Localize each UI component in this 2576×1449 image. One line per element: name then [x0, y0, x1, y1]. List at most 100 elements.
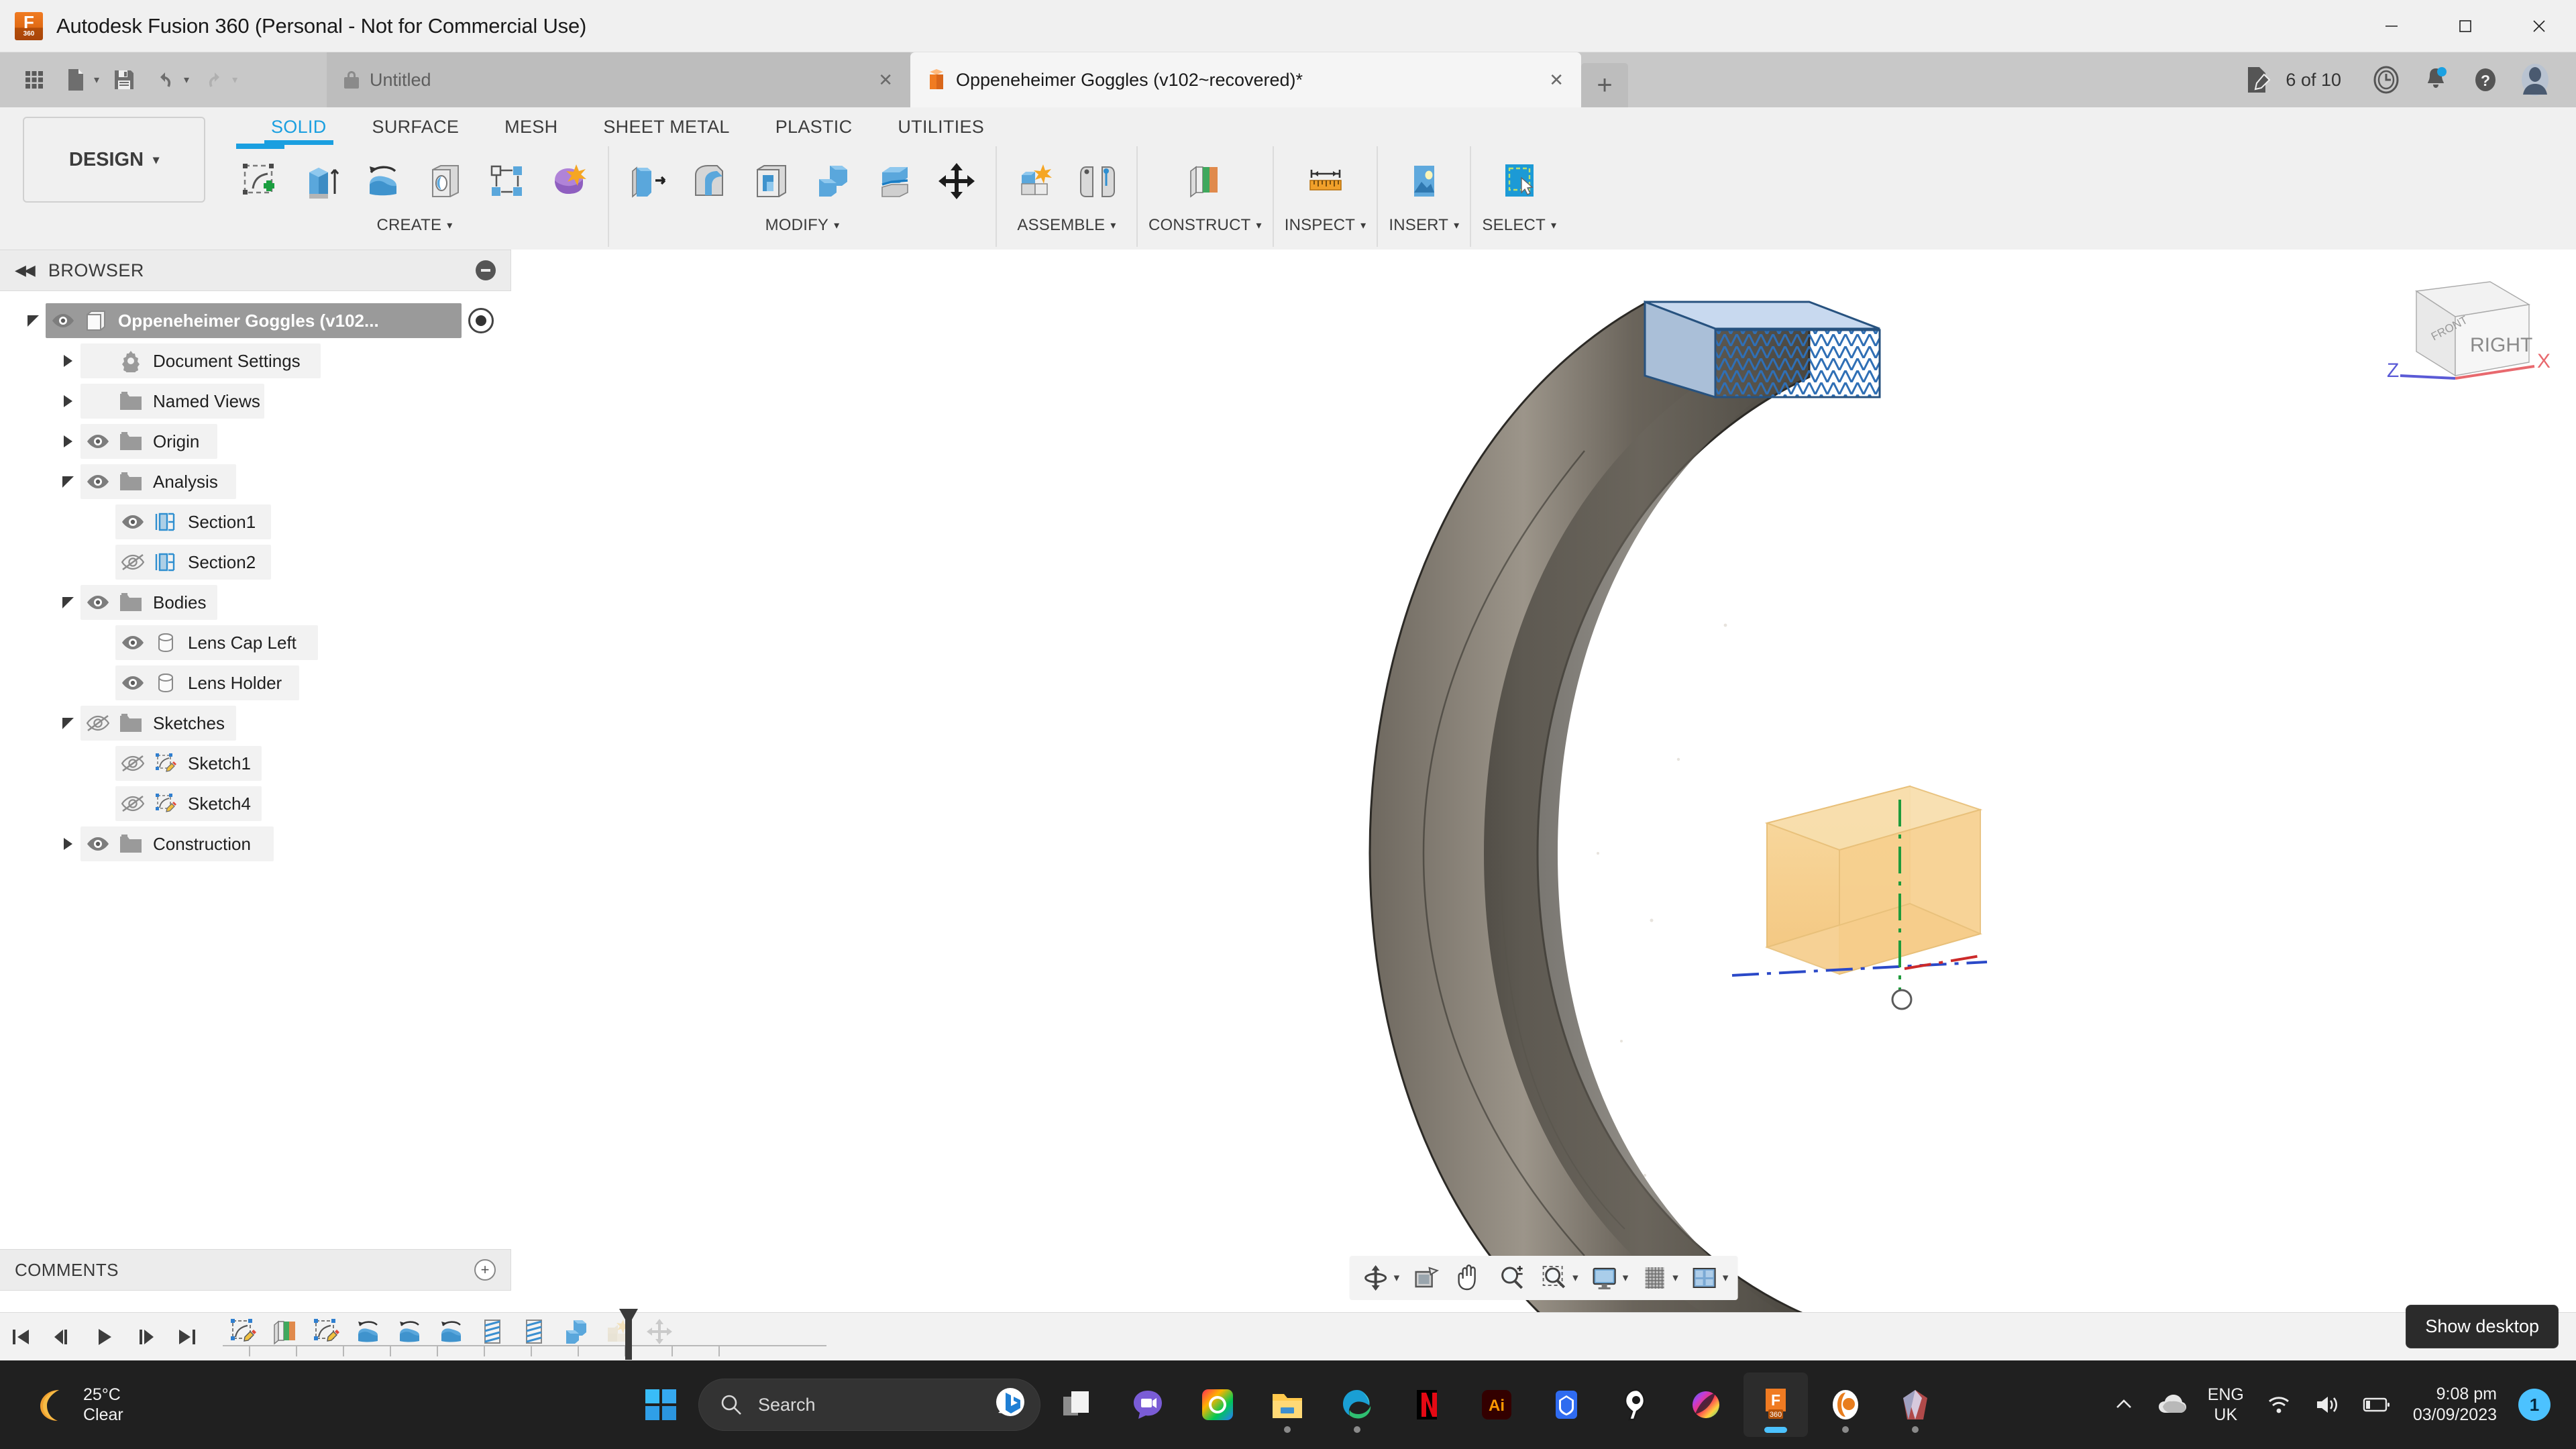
visibility-toggle-icon[interactable] [80, 594, 115, 611]
battery-icon[interactable] [2351, 1360, 2402, 1449]
display-settings-icon[interactable] [1584, 1258, 1625, 1297]
visibility-toggle-icon[interactable] [80, 835, 115, 853]
doc-tab-close-icon[interactable]: ✕ [847, 70, 893, 91]
tree-item-lens-cap-left[interactable]: Lens Cap Left [0, 623, 511, 663]
timeline-track[interactable] [223, 1344, 826, 1358]
tree-item-origin[interactable]: Origin [0, 421, 511, 462]
fusion-360-icon[interactable]: F 360 [1743, 1373, 1808, 1437]
nordvpn-icon[interactable] [1534, 1373, 1599, 1437]
combine-icon[interactable] [805, 150, 861, 212]
maximize-button[interactable] [2428, 0, 2502, 52]
pan-icon[interactable] [1448, 1258, 1489, 1297]
save-icon[interactable] [105, 59, 144, 101]
close-button[interactable] [2502, 0, 2576, 52]
zoom-icon[interactable] [1491, 1258, 1532, 1297]
bing-chat-icon[interactable] [993, 1386, 1028, 1424]
shell-icon[interactable] [743, 150, 800, 212]
create-sketch-icon[interactable] [232, 144, 288, 212]
chevron-down-icon[interactable]: ▾ [1454, 219, 1459, 232]
viewcube-face-right[interactable]: RIGHT [2470, 334, 2532, 356]
visibility-toggle-icon[interactable] [115, 553, 150, 571]
tree-item-oppeneheimer-goggles-v102[interactable]: Oppeneheimer Goggles (v102... [0, 301, 511, 341]
tree-expander[interactable] [55, 596, 80, 608]
visibility-toggle-icon[interactable] [115, 755, 150, 772]
tree-item-sketch1[interactable]: Sketch1 [0, 743, 511, 784]
clock-date[interactable]: 9:08 pm 03/09/2023 [2402, 1360, 2508, 1449]
tab-plastic[interactable]: PLASTIC [753, 107, 875, 146]
orbit-icon[interactable] [1355, 1258, 1397, 1297]
show-desktop-strip[interactable] [2561, 1360, 2571, 1449]
split-body-icon[interactable] [867, 150, 923, 212]
step-forward-icon[interactable] [125, 1316, 166, 1358]
go-to-end-icon[interactable] [166, 1316, 208, 1358]
tree-item-section2[interactable]: Section2 [0, 542, 511, 582]
zoom-window-caret-icon[interactable]: ▾ [1572, 1271, 1578, 1285]
comments-panel[interactable]: COMMENTS + [0, 1249, 511, 1291]
account-avatar-icon[interactable] [2510, 52, 2560, 107]
revolve-icon[interactable] [356, 150, 412, 212]
offset-plane-icon[interactable] [1177, 150, 1233, 212]
language-indicator[interactable]: ENG UK [2197, 1360, 2255, 1449]
new-tab-button[interactable]: + [1581, 63, 1628, 107]
onedrive-icon[interactable] [2146, 1360, 2197, 1449]
chevron-down-icon[interactable]: ▾ [834, 219, 839, 232]
tree-expander[interactable] [55, 476, 80, 488]
zoom-window-icon[interactable] [1534, 1258, 1575, 1297]
doc-tab-close-icon[interactable]: ✕ [1518, 70, 1564, 91]
chevron-down-icon[interactable]: ▾ [1256, 219, 1261, 232]
chevron-down-icon[interactable]: ▾ [1110, 219, 1116, 232]
tray-expand-chevron-icon[interactable] [2102, 1360, 2146, 1449]
add-comment-icon[interactable]: + [474, 1259, 496, 1281]
pattern-icon[interactable] [479, 150, 535, 212]
help-icon[interactable]: ? [2461, 52, 2510, 107]
fillet-icon[interactable] [682, 150, 738, 212]
new-component-icon[interactable] [1008, 150, 1064, 212]
tab-surface[interactable]: SURFACE [350, 107, 482, 146]
chevron-down-icon[interactable]: ▾ [1360, 219, 1366, 232]
go-to-beginning-icon[interactable] [0, 1316, 42, 1358]
volume-icon[interactable] [2303, 1360, 2351, 1449]
tree-item-construction[interactable]: Construction [0, 824, 511, 864]
visibility-toggle-icon[interactable] [80, 433, 115, 450]
joint-icon[interactable] [1069, 150, 1126, 212]
visibility-toggle-icon[interactable] [46, 312, 80, 329]
tree-item-bodies[interactable]: Bodies [0, 582, 511, 623]
netflix-icon[interactable] [1395, 1373, 1459, 1437]
component-activate-toggle[interactable] [468, 308, 494, 333]
redo-icon[interactable] [195, 59, 233, 101]
tab-mesh[interactable]: MESH [482, 107, 580, 146]
gem-app-icon[interactable] [1883, 1373, 1947, 1437]
tree-item-section1[interactable]: Section1 [0, 502, 511, 542]
look-at-icon[interactable] [1405, 1258, 1446, 1297]
windows-start-icon[interactable] [629, 1373, 693, 1437]
minimize-button[interactable] [2355, 0, 2428, 52]
minimize-panel-icon[interactable] [476, 260, 496, 280]
select-window-icon[interactable] [1491, 150, 1548, 212]
tree-expander[interactable] [55, 435, 80, 447]
orbit-caret-icon[interactable]: ▾ [1394, 1271, 1400, 1285]
extrude-icon[interactable] [294, 150, 350, 212]
measure-icon[interactable] [1297, 150, 1354, 212]
tree-item-analysis[interactable]: Analysis [0, 462, 511, 502]
tree-item-sketch4[interactable]: Sketch4 [0, 784, 511, 824]
adobe-illustrator-icon[interactable]: Ai [1464, 1373, 1529, 1437]
tree-item-lens-holder[interactable]: Lens Holder [0, 663, 511, 703]
grid-caret-icon[interactable]: ▾ [1672, 1271, 1678, 1285]
tree-item-sketches[interactable]: Sketches [0, 703, 511, 743]
create-form-icon[interactable] [541, 150, 597, 212]
tab-utilities[interactable]: UTILITIES [875, 107, 1007, 146]
insert-image-icon[interactable] [1396, 150, 1452, 212]
microsoft-edge-icon[interactable] [1325, 1373, 1389, 1437]
tree-expander[interactable] [55, 717, 80, 729]
adobe-creative-cloud-icon[interactable] [1185, 1373, 1250, 1437]
collapse-left-icon[interactable]: ◀◀ [15, 262, 36, 279]
visibility-toggle-icon[interactable] [80, 473, 115, 490]
grid-snaps-icon[interactable] [1633, 1258, 1675, 1297]
tree-expander[interactable] [55, 395, 80, 407]
viewports-icon[interactable] [1684, 1258, 1725, 1297]
hole-icon[interactable] [417, 150, 474, 212]
play-icon[interactable] [83, 1316, 125, 1358]
visibility-toggle-icon[interactable] [115, 513, 150, 531]
tree-item-document-settings[interactable]: Document Settings [0, 341, 511, 381]
3d-viewport[interactable]: FRONT RIGHT Z X ▾ ▾ ▾ ▾ ▾ [511, 250, 2576, 1312]
